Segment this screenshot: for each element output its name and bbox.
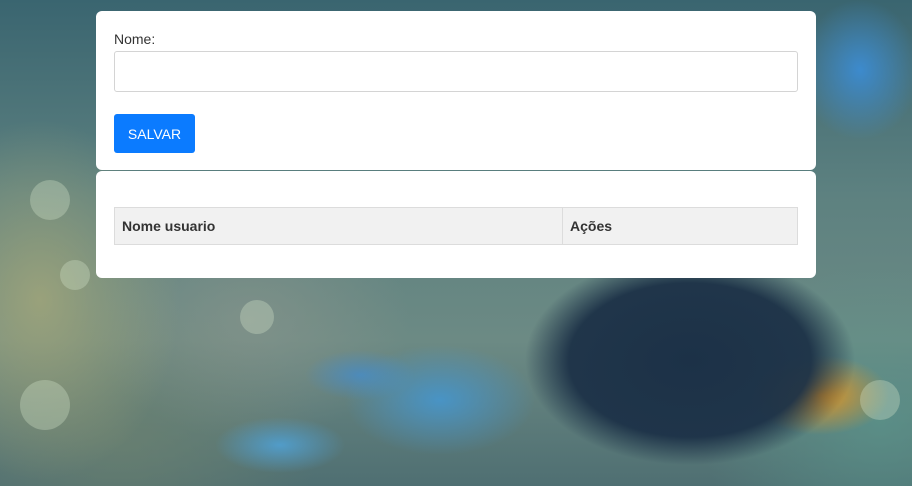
background-coral-spot [860,380,900,420]
name-label: Nome: [114,31,156,47]
background-coral-spot [240,300,274,334]
user-form-card: Nome: SALVAR [96,11,816,170]
table-header-row: Nome usuario Ações [114,207,798,245]
column-header-acoes: Ações [562,207,798,245]
users-table: Nome usuario Ações [114,207,798,245]
background-coral-spot [60,260,90,290]
save-button[interactable]: SALVAR [114,114,195,153]
name-input[interactable] [114,51,798,92]
background-coral-spot [20,380,70,430]
users-table-card: Nome usuario Ações [96,171,816,278]
column-header-nome-usuario: Nome usuario [114,207,563,245]
background-coral-spot [30,180,70,220]
